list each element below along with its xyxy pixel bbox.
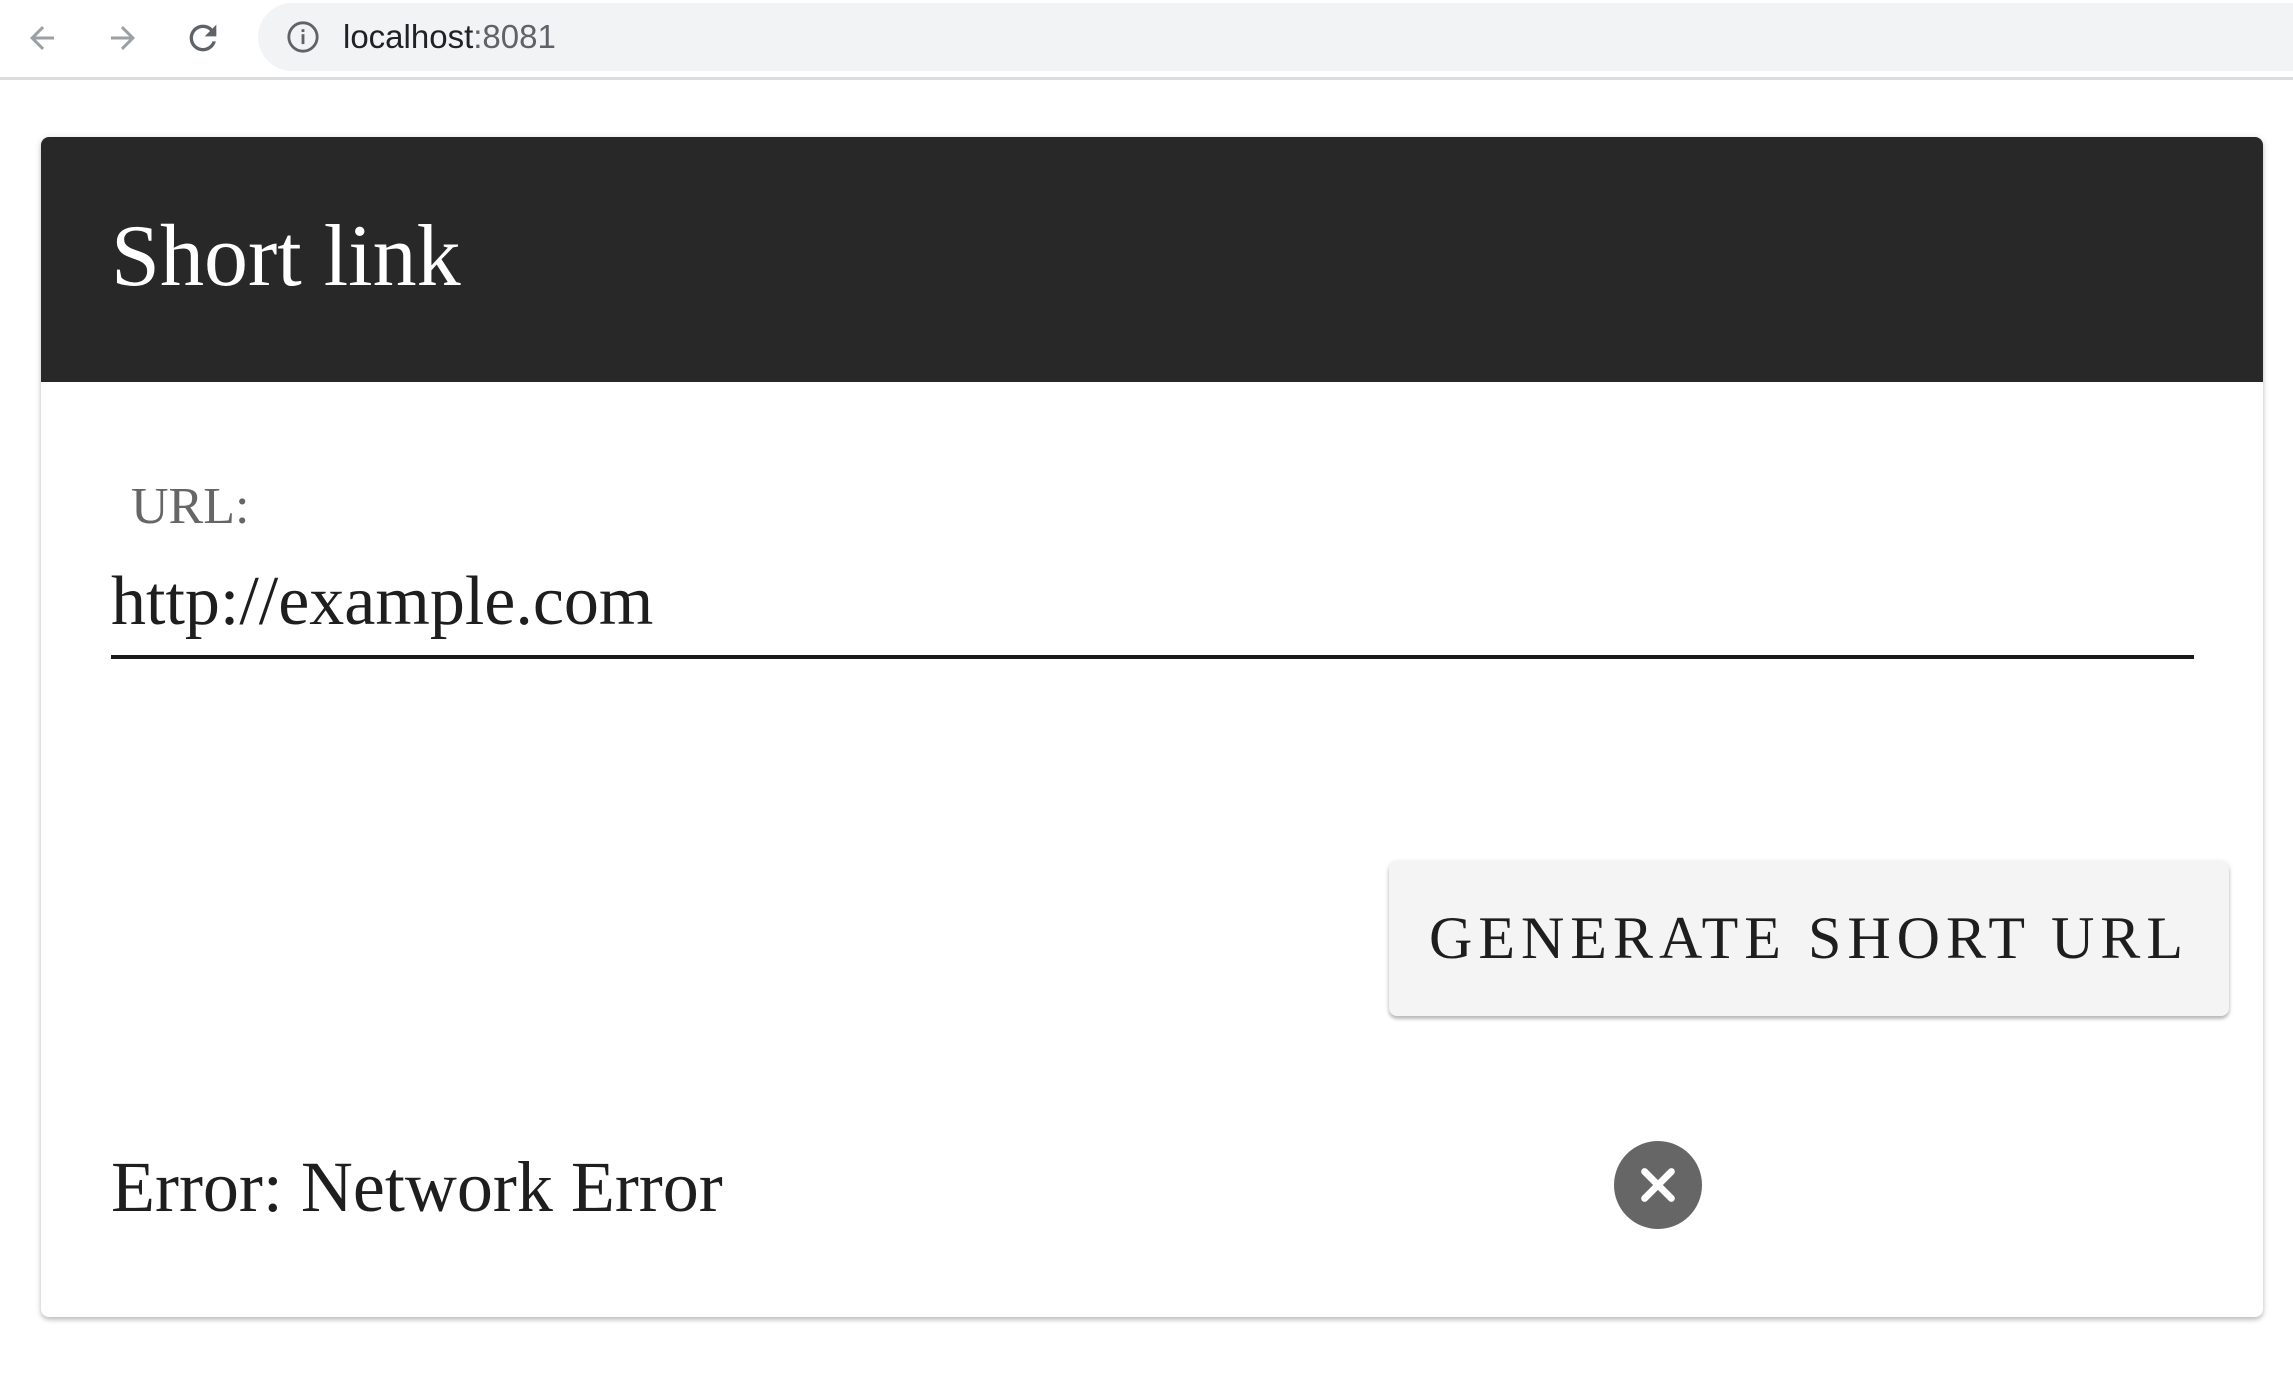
reload-icon [189,24,217,52]
browser-toolbar: localhost:8081 [0,0,2293,80]
arrow-right-icon [111,26,135,50]
error-message: Error: Network Error [111,1147,723,1227]
short-link-card: Short link URL: GENERATE SHORT URL Error… [41,137,2263,1317]
dismiss-error-button[interactable] [1614,1141,1702,1229]
generate-short-url-button[interactable]: GENERATE SHORT URL [1389,861,2229,1016]
reload-button[interactable] [173,8,233,68]
address-bar[interactable]: localhost:8081 [258,3,2293,71]
info-icon[interactable] [286,20,320,54]
address-text: localhost:8081 [343,17,556,57]
card-header: Short link [41,137,2263,382]
url-input[interactable] [111,549,2194,659]
page-title: Short link [111,208,461,305]
close-icon [1641,1168,1675,1202]
arrow-left-icon [30,26,54,50]
back-button[interactable] [12,8,72,68]
forward-button[interactable] [93,8,153,68]
url-field-label: URL: [131,478,250,535]
url-host: localhost [343,18,474,55]
url-port: :8081 [473,18,556,55]
